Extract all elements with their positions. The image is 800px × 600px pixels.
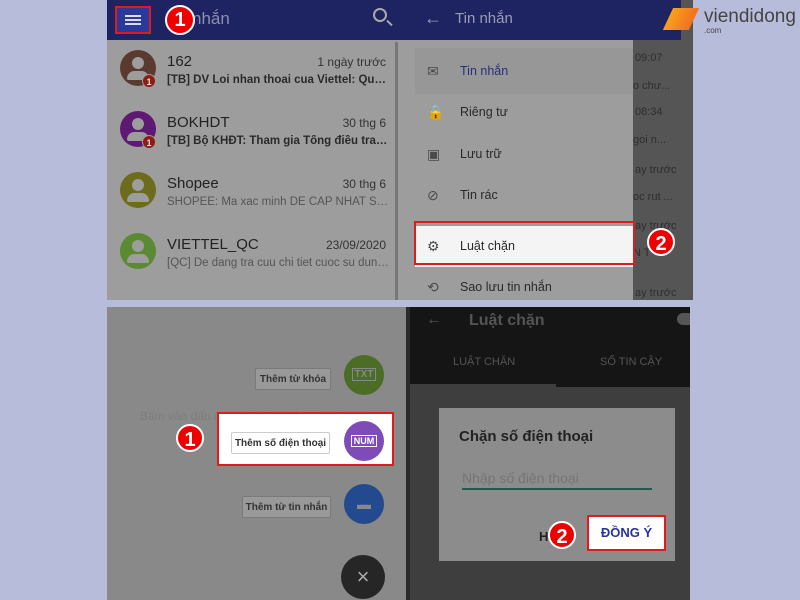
search-icon[interactable] [373,8,387,22]
app-bar: nhắn [107,0,400,40]
contact-name: Shopee [167,175,219,192]
message-fab[interactable]: ▬ [344,484,384,524]
message-preview: [QC] De dang tra cuu chi tiet cuoc su du… [167,257,389,269]
avatar [120,172,156,208]
app-bar: ← Tin nhắn [400,0,681,40]
messages-screen: nhắn 1 1 162 1 ngày trước [TB] DV Loi nha… [107,0,400,300]
cancel-button[interactable]: H [539,529,548,544]
message-preview: [TB] Bộ KHĐT: Tham gia Tổng điều tra kin… [167,135,389,147]
background-list-text: goi n... [633,134,667,146]
conversation-item[interactable]: Shopee 30 thg 6 SHOPEE: Ma xac minh DE C… [107,164,400,225]
conversation-item[interactable]: 1 BOKHDT 30 thg 6 [TB] Bộ KHĐT: Tham gia … [107,103,400,164]
hamburger-icon [125,15,141,25]
step-badge: 1 [165,5,195,35]
menu-item-label: Tin rác [460,188,498,202]
scrollbar[interactable] [395,42,398,300]
background-list-text: oc rut ... [633,191,673,203]
message-preview: SHOPEE: Ma xac minh DE CAP NHAT SO ... [167,196,389,208]
block-rules-fab-menu: Bấm vào dấu (+) bên dưới để tạo luật chặ… [107,307,410,600]
unread-badge: 1 [142,74,156,88]
block-phone-dialog-screen: ← Luật chặn LUẬT CHẶN SỐ TIN CẬY Chặn số… [410,307,693,600]
app-bar: ← Luật chặn LUẬT CHẶN SỐ TIN CẬY [410,307,693,387]
background-list-text: o chư... [633,80,671,92]
background-list-text: ay trước [635,164,677,176]
scrollbar [690,307,693,600]
menu-item-label: Lưu trữ [460,147,502,161]
phone-number-input[interactable] [462,468,652,490]
step-badge: 1 [176,424,204,452]
add-from-message-button[interactable]: Thêm từ tin nhắn [242,496,331,518]
message-time: 23/09/2020 [325,238,386,252]
confirm-label: ĐỒNG Ý [600,525,653,540]
message-time: 30 thg 6 [342,116,386,130]
menu-item-5[interactable]: ⟲ Sao lưu tin nhắn [415,267,633,300]
step-badge: 2 [548,521,576,549]
menu-item-label: Sao lưu tin nhắn [460,280,552,294]
unread-badge: 1 [142,135,156,149]
conversation-item[interactable]: VIETTEL_QC 23/09/2020 [QC] De dang tra c… [107,225,400,286]
menu-item-2[interactable]: ▣ Lưu trữ [415,134,633,175]
tab-indicator [410,384,556,387]
menu-item-label: Tin nhắn [460,64,509,78]
tab-luat-chan[interactable]: LUẬT CHẶN [453,356,515,368]
contact-name: VIETTEL_QC [167,236,259,253]
block-icon: ⊘ [427,187,439,203]
background-list-text: ay trước [635,287,677,299]
mail-icon: ✉ [427,63,439,79]
txt-fab[interactable]: TXT [344,355,384,395]
contact-name: 162 [167,53,193,70]
menu-button[interactable] [115,6,151,34]
menu-item-label: Riêng tư [460,105,508,119]
add-phone-button[interactable]: Thêm số điện thoại [231,432,330,454]
backup-icon: ⟲ [427,279,439,295]
num-icon: NUM [350,435,378,447]
menu-item-3[interactable]: ⊘ Tin rác [415,175,633,216]
confirm-button[interactable]: ĐỒNG Ý [587,515,666,551]
screen-title: Luật chặn [469,312,545,329]
background-list-text: 09:07 [635,52,663,64]
drawer-screen: 09:07 o chư... 08:34 goi n... ay trước oc rut… [400,0,693,300]
txt-icon: TXT [351,368,377,381]
avatar [120,233,156,269]
search-icon-handle [386,19,393,27]
add-keyword-button[interactable]: Thêm từ khóa [255,368,331,390]
conversation-item[interactable]: 1 162 1 ngày trước [TB] DV Loi nhan thoai… [107,42,400,103]
drawer-title: Tin nhắn [455,10,513,27]
back-arrow-icon[interactable]: ← [424,8,442,29]
menu-item-1[interactable]: 🔒 Riêng tư [415,92,633,133]
menu-item-0[interactable]: ✉ Tin nhắn [415,51,633,92]
background-list-text: 08:34 [635,106,663,118]
message-time: 30 thg 6 [342,177,386,191]
back-arrow-icon[interactable]: ← [426,311,442,329]
close-fab[interactable]: × [341,555,385,599]
archive-icon: ▣ [427,146,441,162]
brand-name: viendidong [704,6,796,27]
lock-icon: 🔒 [427,104,445,120]
num-fab[interactable]: NUM [344,421,384,461]
message-preview: [TB] DV Loi nhan thoai cua Viettel: Quy … [167,74,389,86]
tab-so-tin-cay[interactable]: SỐ TIN CẬY [600,356,662,368]
dialog-title: Chặn số điện thoại [459,428,594,445]
step-badge: 2 [647,228,675,256]
brand-logo: viendidong .com [662,6,798,36]
chat-icon: ▬ [357,496,371,512]
brand-sub: .com [704,26,722,35]
message-time: 1 ngày trước [317,55,386,69]
highlight-box [414,221,635,265]
app-title: nhắn [192,9,230,28]
contact-name: BOKHDT [167,114,230,131]
